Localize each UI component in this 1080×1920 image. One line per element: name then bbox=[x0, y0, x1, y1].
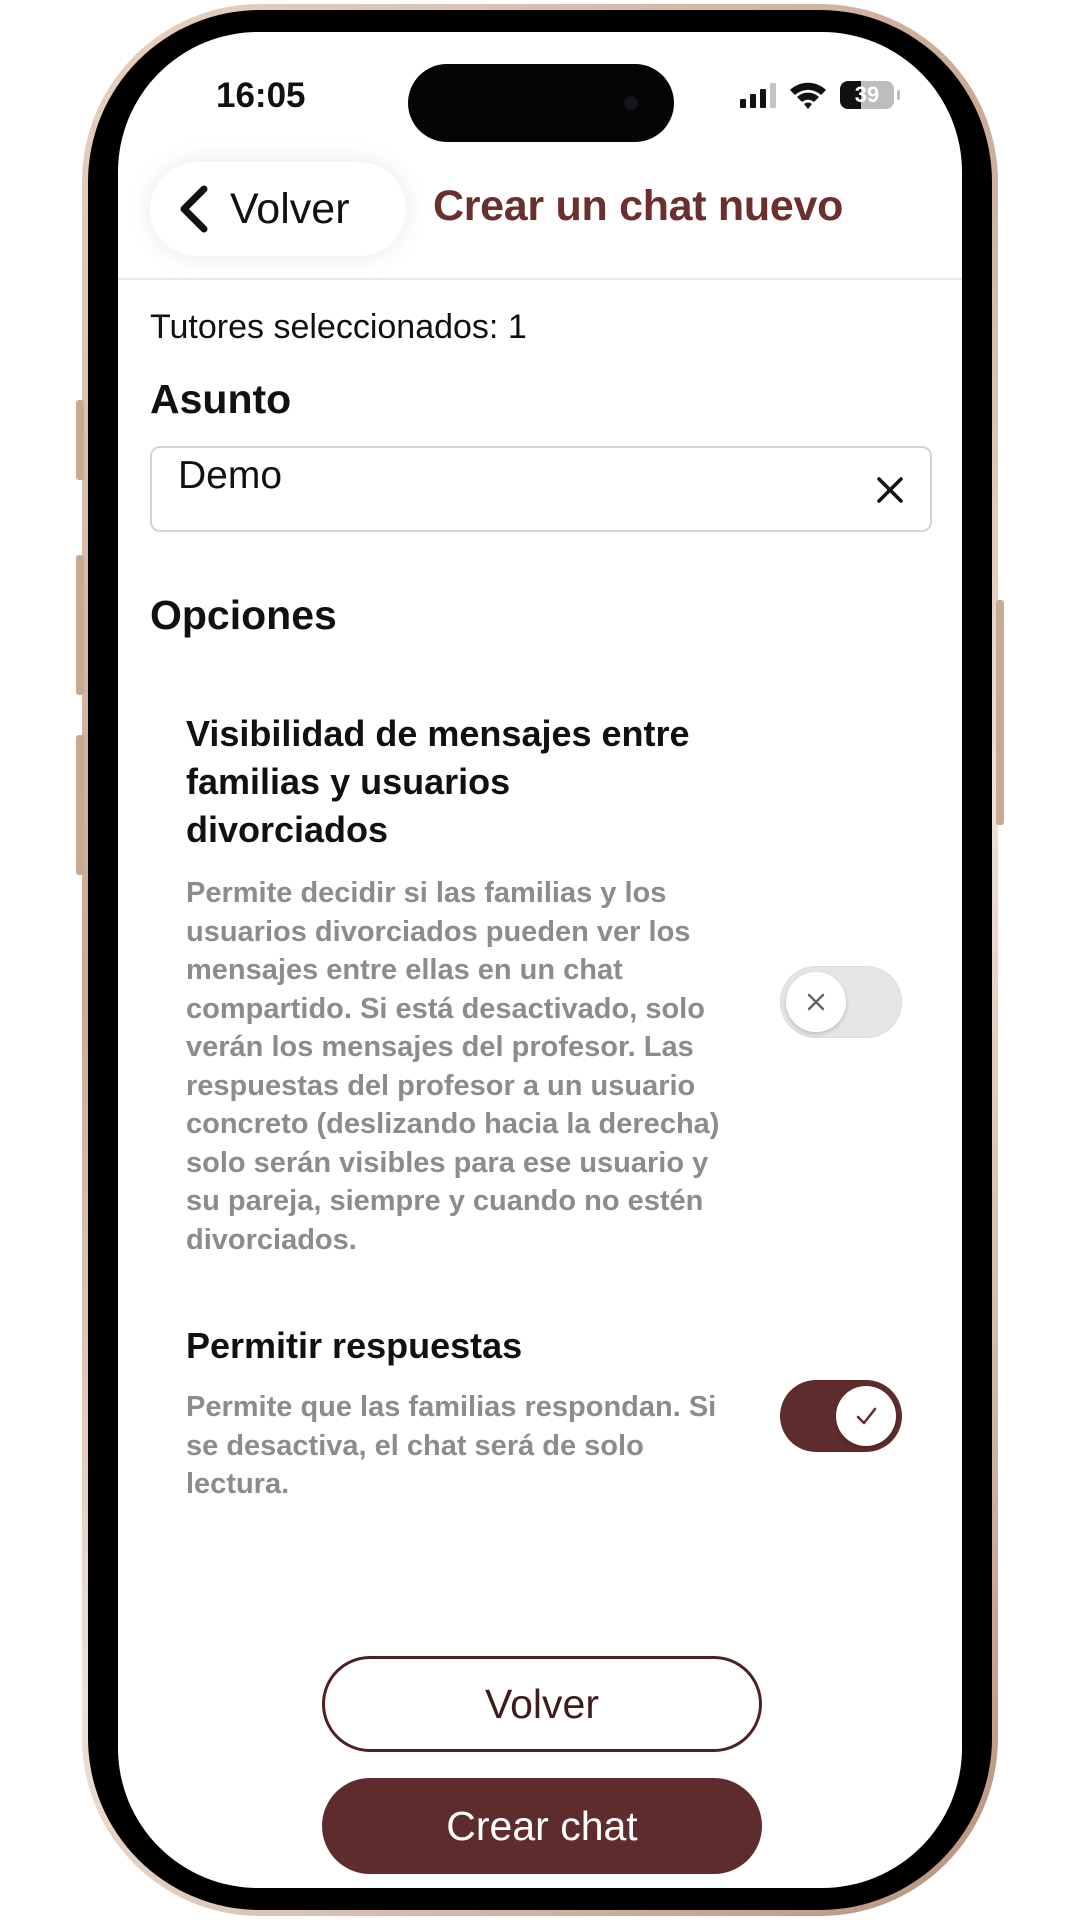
page-title: Crear un chat nuevo bbox=[433, 182, 844, 230]
camera-icon bbox=[624, 96, 638, 110]
subject-field bbox=[150, 446, 932, 532]
toggle-knob bbox=[786, 972, 846, 1032]
status-icons: 39 bbox=[740, 80, 900, 110]
option-replies-title: Permitir respuestas bbox=[186, 1325, 523, 1366]
allow-replies-toggle[interactable] bbox=[780, 1380, 902, 1452]
header-back-label: Volver bbox=[230, 184, 350, 233]
subject-input[interactable] bbox=[178, 454, 828, 498]
chevron-left-icon bbox=[180, 185, 208, 233]
visibility-toggle[interactable] bbox=[780, 966, 902, 1038]
signal-icon bbox=[740, 82, 776, 108]
volume-down-button bbox=[76, 735, 84, 875]
action-button bbox=[76, 400, 84, 480]
toggle-knob bbox=[836, 1386, 896, 1446]
power-button bbox=[996, 600, 1004, 825]
volume-up-button bbox=[76, 555, 84, 695]
battery-level: 39 bbox=[854, 82, 880, 107]
checkmark-icon bbox=[856, 1407, 877, 1425]
header-divider bbox=[118, 278, 962, 280]
header-back-button[interactable]: Volver bbox=[150, 162, 406, 256]
app-screen: 16:05 39 Volver Crear un chat nuevo Tuto… bbox=[118, 32, 962, 1888]
battery-icon: 39 bbox=[840, 81, 900, 109]
option-visibility-title: Visibilidad de mensajes entre familias y… bbox=[186, 713, 690, 850]
wifi-icon bbox=[790, 82, 826, 109]
option-replies-description: Permite que las familias respondan. Si s… bbox=[186, 1391, 717, 1500]
selected-tutors-count: Tutores seleccionados: 1 bbox=[150, 308, 527, 346]
close-icon bbox=[807, 993, 825, 1011]
status-time: 16:05 bbox=[216, 76, 306, 115]
option-visibility-description: Permite decidir si las familias y los us… bbox=[186, 877, 720, 1256]
back-button[interactable]: Volver bbox=[322, 1656, 762, 1752]
subject-label: Asunto bbox=[150, 376, 292, 422]
options-label: Opciones bbox=[150, 592, 337, 638]
dynamic-island bbox=[408, 64, 674, 142]
create-chat-button[interactable]: Crear chat bbox=[322, 1778, 762, 1874]
clear-icon[interactable] bbox=[872, 472, 908, 508]
